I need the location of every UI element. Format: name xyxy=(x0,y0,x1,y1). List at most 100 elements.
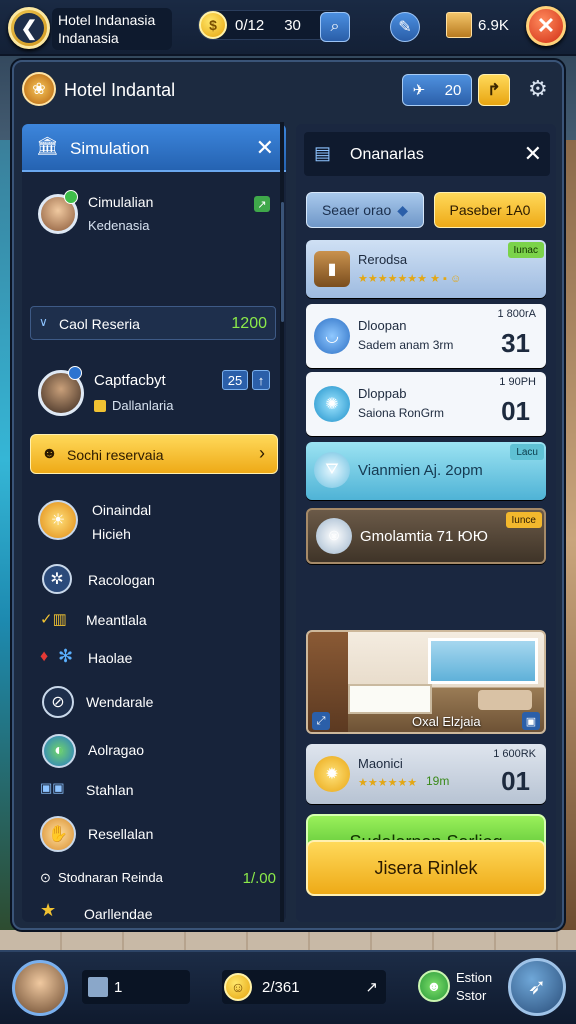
reservation-button[interactable]: ☻ Sochi reservaia › xyxy=(30,434,278,474)
gear-badge-icon: ✺ xyxy=(314,386,350,422)
scrollbar[interactable] xyxy=(281,202,284,322)
photo-icon[interactable]: ▣ xyxy=(522,712,540,730)
player-avatar[interactable] xyxy=(12,960,68,1016)
card-big-number: 01 xyxy=(501,766,530,796)
expand-icon[interactable]: ⤢ xyxy=(312,712,330,730)
card-tag: Iunac xyxy=(507,242,544,258)
reserve-label: Caol Reseria xyxy=(59,316,140,332)
plane-icon: ✈ xyxy=(412,82,426,99)
room-preview-image[interactable]: ⤢ Oxal Elzjaia ▣ xyxy=(306,630,546,734)
list-item-1[interactable]: Meantlala xyxy=(86,612,147,628)
filter-yellow-label: Paseber 1A0 xyxy=(449,202,531,218)
reserve-row[interactable]: ∨ Caol Reseria 1200 xyxy=(30,306,276,340)
tag-icon: ✎ xyxy=(398,19,412,36)
bottom-label-2: Sstor xyxy=(456,988,487,1003)
back-button[interactable]: ❮ xyxy=(8,7,50,49)
coin-icon: ☺ xyxy=(224,973,252,1001)
wardrobe-icon: ▮ xyxy=(314,251,350,287)
bell-icon: ◡ xyxy=(314,318,350,354)
panel-header: ❀ Hotel Indantal ✈ 20 ↱ ⚙ xyxy=(14,62,562,118)
reserve-value: 1200 xyxy=(231,315,267,332)
gear-icon[interactable]: ⚙ xyxy=(528,76,548,102)
filter-blue-label: Seaer orao xyxy=(321,202,392,218)
list-item-7[interactable]: Stodnaran Reinda xyxy=(58,870,163,885)
card-dloopan[interactable]: ◡ Dloopan Sadem anam 3rm 1 800rA 31 xyxy=(306,304,546,368)
confirm-label: Jisera Rinlek xyxy=(374,857,478,878)
card-vianmien[interactable]: Lacu ⛛ Vianmien Aj. 2opm xyxy=(306,442,546,500)
close-right-tab-icon[interactable]: ✕ xyxy=(524,141,542,167)
item-large-line1: Oinaindal xyxy=(92,502,152,518)
card-rerodsa[interactable]: Iunac ▮ Rerodsa ★★★★★★★ ★ ▪ ☺ xyxy=(306,240,546,298)
header-count: 20 xyxy=(444,81,462,99)
list-item-0[interactable]: Racologan xyxy=(88,572,155,588)
bottom-coins[interactable]: ☺ 2/361 ↗ xyxy=(222,970,386,1004)
check-icon: ⊘ xyxy=(42,686,74,718)
bottom-label-1: Estion xyxy=(456,970,493,985)
hand-icon: ✋ xyxy=(40,816,76,852)
card-sub: 19m xyxy=(426,774,450,788)
chevron-down-icon: ∨ xyxy=(39,315,48,329)
compass-icon: ✲ xyxy=(42,564,72,594)
close-button[interactable]: ✕ xyxy=(526,6,566,46)
panel-title: Hotel Indantal xyxy=(64,80,176,100)
coin-icon: $ xyxy=(199,11,227,39)
list-item-3[interactable]: Wendarale xyxy=(86,694,153,710)
chevron-right-icon: › xyxy=(259,443,265,463)
profile2-sub: Dallanlaria xyxy=(112,398,174,413)
info-badge xyxy=(68,366,82,380)
card-gmolamtia[interactable]: Iunce ☺ Gmolamtia 71 ЮЮ xyxy=(306,508,546,564)
hotel-name-box: Hotel Indanasia Indanasia xyxy=(52,8,172,50)
tab-simulation[interactable]: 🏛 Simulation ✕ xyxy=(22,124,286,172)
list-item-4[interactable]: Aolragao xyxy=(88,742,144,758)
room-caption: Oxal Elzjaia xyxy=(412,714,481,729)
item-large-line2: Hicieh xyxy=(92,526,131,542)
main-panel: ❀ Hotel Indantal ✈ 20 ↱ ⚙ 🏛 Simulation ✕… xyxy=(12,60,564,930)
online-badge xyxy=(64,190,78,204)
card-dloppab[interactable]: ✺ Dloppab Saiona RonGrm 1 90PH 01 xyxy=(306,372,546,436)
sun-icon: ☀ xyxy=(38,500,78,540)
tag-button[interactable]: ✎ xyxy=(390,12,420,42)
card-tag: Lacu xyxy=(510,444,544,460)
card-title: Dloppab xyxy=(358,386,407,401)
chart-icon: ✓▥ xyxy=(40,611,67,628)
folder-icon xyxy=(94,400,106,412)
profile1-name: Cimulalian xyxy=(88,194,154,210)
profile2-badge: 25 xyxy=(222,370,248,390)
sofa xyxy=(478,690,532,710)
header-count-button[interactable]: ✈ 20 xyxy=(402,74,472,106)
close-icon: ✕ xyxy=(536,13,556,38)
up-arrow-icon[interactable]: ↑ xyxy=(252,370,270,390)
bed xyxy=(348,684,432,714)
filter-blue-button[interactable]: Seaer orao ◆ xyxy=(306,192,424,228)
card-corner: 1 600RK xyxy=(493,748,536,760)
smiley-icon: ☻ xyxy=(41,445,58,462)
list-item-2[interactable]: Haolae xyxy=(88,650,132,666)
header-action-button[interactable]: ↱ xyxy=(478,74,510,106)
filter-yellow-button[interactable]: Paseber 1A0 xyxy=(434,192,546,228)
card-sub: Sadem anam 3rm xyxy=(358,338,454,352)
tab-onanarlas-label: Onanarlas xyxy=(350,146,424,163)
search-icon: ⌕ xyxy=(330,18,340,35)
bottom-hud: 1 ☺ 2/361 ↗ ☻ Estion Sstor ➶ xyxy=(0,950,576,1024)
close-tab-icon[interactable]: ✕ xyxy=(256,135,274,161)
card-title: Dloopan xyxy=(358,318,407,333)
confirm-button[interactable]: Jisera Rinlek xyxy=(306,840,546,896)
chat-icon[interactable]: ☻ xyxy=(418,970,450,1002)
building-icon: 🏛 xyxy=(36,136,59,156)
box-icon xyxy=(88,977,108,997)
crates-value: 6.9K xyxy=(478,17,509,34)
people-icon: ▣▣ xyxy=(40,780,65,795)
tab-onanarlas[interactable]: ▤ Onanarlas ✕ xyxy=(304,132,550,176)
list-item-6[interactable]: Resellalan xyxy=(88,826,153,842)
menu-round-button[interactable]: ➶ xyxy=(508,958,566,1016)
reservation-label: Sochi reservaia xyxy=(67,447,164,463)
card-title: Rerodsa xyxy=(358,252,408,267)
list-item-5[interactable]: Stahlan xyxy=(86,782,133,798)
edit-icon[interactable]: ↗ xyxy=(254,196,270,212)
star-icon: ★ xyxy=(40,900,57,920)
search-button[interactable]: ⌕ xyxy=(320,12,350,42)
list-item-8[interactable]: Oarllendae xyxy=(84,906,153,922)
card-maonici[interactable]: ✹ Maonici ★★★★★★ 19m 1 600RK 01 xyxy=(306,744,546,804)
inventory-slot[interactable]: 1 xyxy=(82,970,190,1004)
hotel-logo-icon: ❀ xyxy=(22,72,56,106)
